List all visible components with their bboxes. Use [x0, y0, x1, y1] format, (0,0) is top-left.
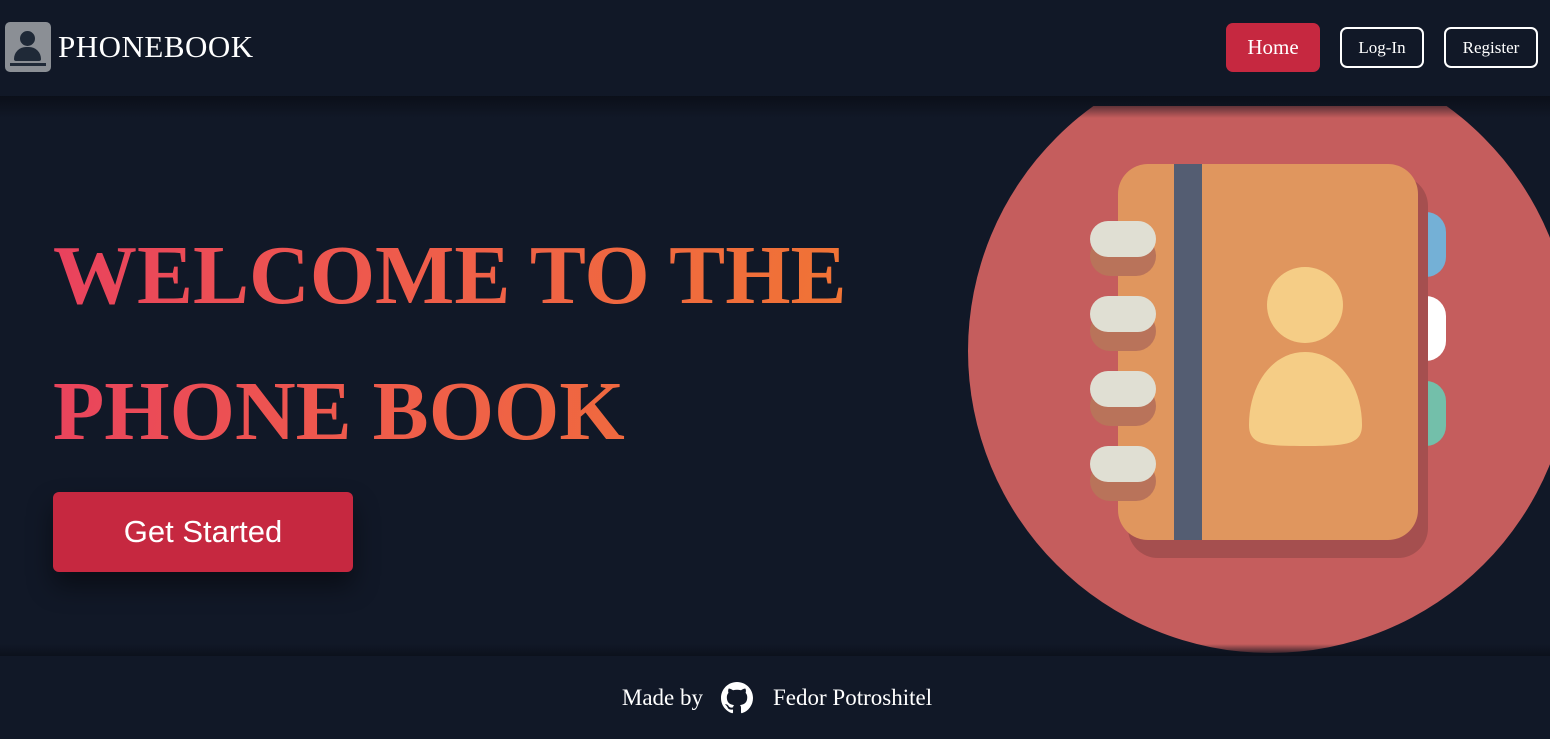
register-button[interactable]: Register: [1444, 27, 1538, 68]
contact-body: [1249, 352, 1362, 446]
hero-title-line1: WELCOME TO THE: [53, 229, 847, 322]
get-started-button[interactable]: Get Started: [53, 492, 353, 572]
brand-name: PHONEBOOK: [58, 29, 254, 64]
footer-credit: Made by Fedor Potroshitel: [621, 681, 932, 714]
hero-title-line2: PHONE BOOK: [53, 365, 625, 458]
white-tab: [1400, 296, 1446, 361]
author-link[interactable]: Fedor Potroshitel: [773, 685, 932, 711]
github-icon[interactable]: [721, 681, 754, 714]
hero-title: WELCOME TO THE PHONE BOOK: [53, 208, 953, 480]
book-spine: [1174, 164, 1202, 540]
illustration-circle: [968, 106, 1550, 653]
footer: Made by Fedor Potroshitel: [0, 656, 1550, 739]
contact-book-icon: [5, 22, 51, 72]
binder-rings: [1090, 221, 1156, 501]
book-cover: [1118, 164, 1418, 540]
login-button[interactable]: Log-In: [1340, 27, 1424, 68]
made-by-label: Made by: [621, 684, 704, 710]
contact-head: [1267, 267, 1343, 343]
book-shadow: [1128, 176, 1428, 558]
blue-tab: [1400, 212, 1446, 277]
footer-shadow: [0, 644, 1550, 656]
brand-logo[interactable]: PHONEBOOK: [5, 22, 254, 72]
header-shadow: [0, 96, 1550, 118]
green-tab: [1400, 381, 1446, 446]
home-button[interactable]: Home: [1226, 23, 1320, 72]
top-navbar: PHONEBOOK Home Log-In Register: [0, 0, 1550, 96]
